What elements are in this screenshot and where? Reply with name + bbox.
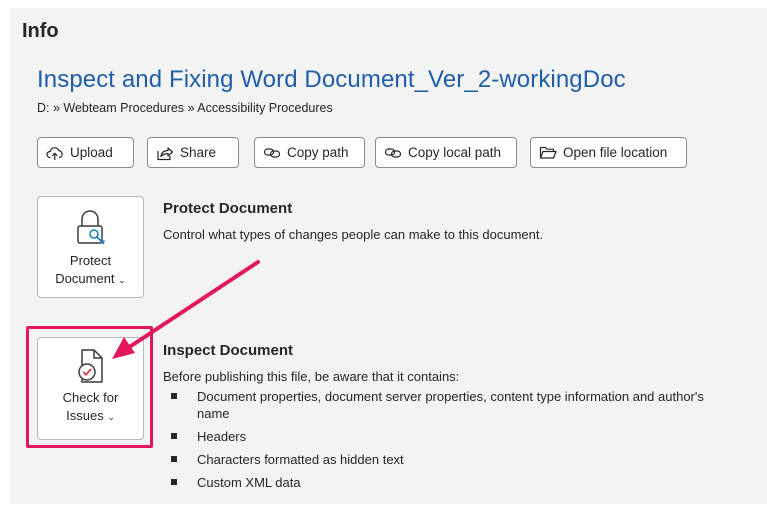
document-title: Inspect and Fixing Word Document_Ver_2-w… (37, 66, 626, 93)
protect-section-title: Protect Document (163, 200, 293, 217)
list-item: Headers (163, 428, 723, 445)
link-icon (263, 147, 281, 158)
protect-button-line1: Protect (69, 253, 112, 268)
protect-section-description: Control what types of changes people can… (163, 227, 544, 242)
inspect-section-title: Inspect Document (163, 342, 294, 359)
open-file-location-button[interactable]: Open file location (530, 137, 687, 168)
list-item: Custom XML data (163, 474, 723, 491)
folder-icon (539, 146, 557, 159)
share-button[interactable]: Share (147, 137, 239, 168)
highlight-box (26, 326, 153, 448)
page-heading: Info (22, 20, 59, 42)
link-icon (384, 147, 402, 158)
open-file-location-label: Open file location (563, 145, 668, 160)
upload-label: Upload (70, 145, 113, 160)
inspect-section-description: Before publishing this file, be aware th… (163, 369, 460, 384)
upload-button[interactable]: Upload (37, 137, 134, 168)
breadcrumb: D: » Webteam Procedures » Accessibility … (37, 101, 333, 115)
lock-key-icon (76, 210, 105, 245)
list-item: Characters formatted as hidden text (163, 451, 723, 468)
list-item: Document properties, document server pro… (163, 388, 723, 422)
copy-path-button[interactable]: Copy path (254, 137, 365, 168)
copy-local-path-label: Copy local path (408, 145, 502, 160)
copy-local-path-button[interactable]: Copy local path (375, 137, 517, 168)
upload-cloud-icon (46, 146, 63, 160)
protect-button-line2: Document (55, 271, 115, 286)
protect-button-label: Protect Document ⌄ (38, 252, 143, 289)
protect-document-button[interactable]: Protect Document ⌄ (37, 196, 144, 298)
share-icon (157, 146, 174, 160)
copy-path-label: Copy path (287, 145, 349, 160)
inspect-findings-list: Document properties, document server pro… (163, 388, 723, 497)
share-label: Share (180, 145, 217, 160)
chevron-down-icon: ⌄ (118, 275, 126, 285)
